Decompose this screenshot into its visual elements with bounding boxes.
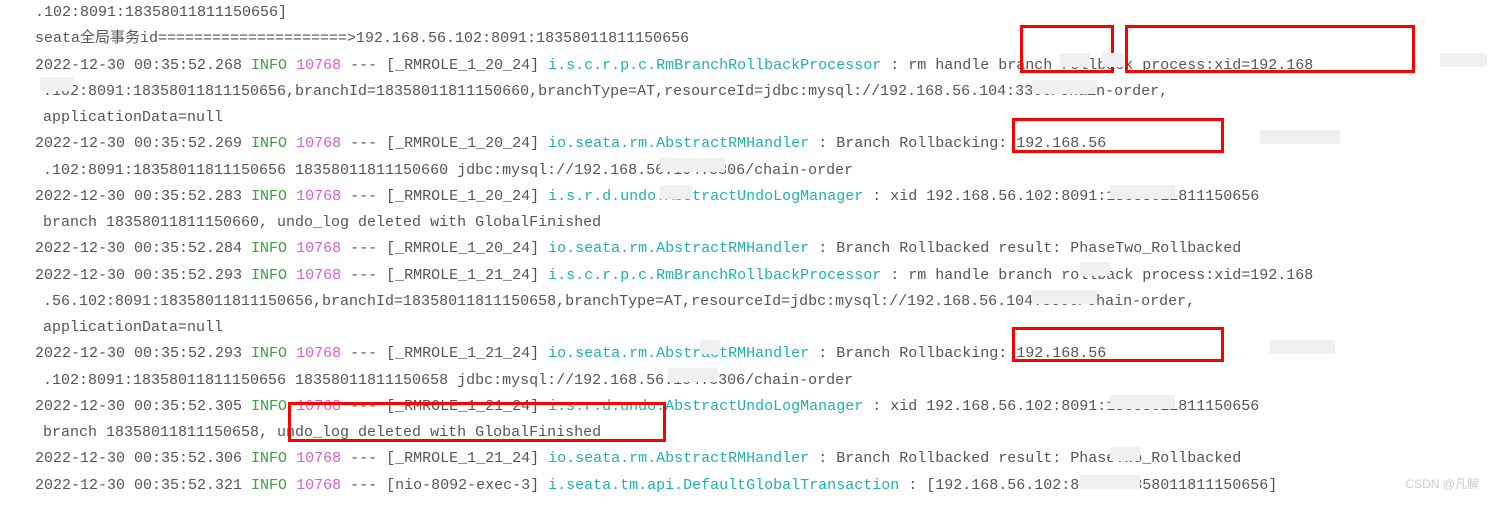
- log-line: .102:8091:18358011811150656 183580118111…: [35, 368, 1476, 394]
- text-segment: --- [_RMROLE_1_20_24]: [341, 240, 548, 257]
- logger-segment: i.s.r.d.undo.AbstractUndoLogManager: [548, 188, 872, 205]
- text-segment: --- [_RMROLE_1_20_24]: [341, 57, 548, 74]
- pid-segment: 10768: [296, 188, 341, 205]
- text-segment: [287, 477, 296, 494]
- pid-segment: 10768: [296, 135, 341, 152]
- logger-segment: i.seata.tm.api.DefaultGlobalTransaction: [548, 477, 908, 494]
- watermark: CSDN @凡解: [1405, 474, 1479, 495]
- info-segment: INFO: [251, 398, 287, 415]
- pid-segment: 10768: [296, 345, 341, 362]
- log-line: 2022-12-30 00:35:52.305 INFO 10768 --- […: [35, 394, 1476, 420]
- log-line: .102:8091:18358011811150656,branchId=183…: [35, 79, 1476, 105]
- text-segment: : xid 192.168.56.102:8091:18358011811150…: [872, 398, 1259, 415]
- logger-segment: io.seata.rm.AbstractRMHandler: [548, 345, 818, 362]
- text-segment: seata全局事务id=====================>192.168…: [35, 30, 689, 47]
- log-line: applicationData=null: [35, 105, 1476, 131]
- text-segment: [287, 188, 296, 205]
- log-line: applicationData=null: [35, 315, 1476, 341]
- info-segment: INFO: [251, 57, 287, 74]
- logger-segment: io.seata.rm.AbstractRMHandler: [548, 240, 818, 257]
- text-segment: [287, 345, 296, 362]
- text-segment: : Branch Rollbacking: 192.168.56: [818, 135, 1106, 152]
- text-segment: --- [_RMROLE_1_20_24]: [341, 135, 548, 152]
- text-segment: branch 18358011811150658, undo_log delet…: [43, 424, 601, 441]
- info-segment: INFO: [251, 477, 287, 494]
- text-segment: : xid 192.168.56.102:8091:18358011811150…: [872, 188, 1259, 205]
- info-segment: INFO: [251, 267, 287, 284]
- log-line: branch 18358011811150658, undo_log delet…: [35, 420, 1476, 446]
- text-segment: branch 18358011811150660, undo_log delet…: [43, 214, 601, 231]
- log-line: 2022-12-30 00:35:52.321 INFO 10768 --- […: [35, 473, 1476, 499]
- log-line: 2022-12-30 00:35:52.306 INFO 10768 --- […: [35, 446, 1476, 472]
- pid-segment: 10768: [296, 477, 341, 494]
- text-segment: 2022-12-30 00:35:52.321: [35, 477, 251, 494]
- text-segment: [287, 240, 296, 257]
- text-segment: 2022-12-30 00:35:52.284: [35, 240, 251, 257]
- text-segment: 2022-12-30 00:35:52.293: [35, 345, 251, 362]
- logger-segment: i.s.c.r.p.c.RmBranchRollbackProcessor: [548, 57, 890, 74]
- info-segment: INFO: [251, 240, 287, 257]
- text-segment: : rm handle branch rollback process:xid=…: [890, 57, 1313, 74]
- log-output: .102:8091:18358011811150656] seata全局事务id…: [35, 0, 1476, 499]
- pid-segment: 10768: [296, 57, 341, 74]
- text-segment: [287, 57, 296, 74]
- text-segment: --- [_RMROLE_1_21_24]: [341, 450, 548, 467]
- text-segment: 2022-12-30 00:35:52.306: [35, 450, 251, 467]
- text-segment: : Branch Rollbacking: 192.168.56: [818, 345, 1106, 362]
- text-segment: applicationData=null: [43, 109, 223, 126]
- text-segment: .102:8091:18358011811150656 183580118111…: [43, 162, 853, 179]
- log-line: seata全局事务id=====================>192.168…: [35, 26, 1476, 52]
- text-segment: 2022-12-30 00:35:52.268: [35, 57, 251, 74]
- text-segment: [287, 267, 296, 284]
- logger-segment: io.seata.rm.AbstractRMHandler: [548, 450, 818, 467]
- pid-segment: 10768: [296, 267, 341, 284]
- text-segment: [287, 450, 296, 467]
- log-line: 2022-12-30 00:35:52.284 INFO 10768 --- […: [35, 236, 1476, 262]
- text-segment: : Branch Rollbacked result: PhaseTwo_Rol…: [818, 450, 1241, 467]
- text-segment: --- [nio-8092-exec-3]: [341, 477, 548, 494]
- log-line: .102:8091:18358011811150656 183580118111…: [35, 158, 1476, 184]
- log-line: 2022-12-30 00:35:52.293 INFO 10768 --- […: [35, 263, 1476, 289]
- text-segment: 2022-12-30 00:35:52.305: [35, 398, 251, 415]
- text-segment: 2022-12-30 00:35:52.293: [35, 267, 251, 284]
- text-segment: --- [_RMROLE_1_21_24]: [341, 398, 548, 415]
- text-segment: 2022-12-30 00:35:52.269: [35, 135, 251, 152]
- info-segment: INFO: [251, 345, 287, 362]
- text-segment: : [192.168.56.102:8091:18358011811150656…: [908, 477, 1277, 494]
- log-line: 2022-12-30 00:35:52.269 INFO 10768 --- […: [35, 131, 1476, 157]
- logger-segment: i.s.c.r.p.c.RmBranchRollbackProcessor: [548, 267, 890, 284]
- log-line: 2022-12-30 00:35:52.268 INFO 10768 --- […: [35, 53, 1476, 79]
- logger-segment: io.seata.rm.AbstractRMHandler: [548, 135, 818, 152]
- log-line: .102:8091:18358011811150656]: [35, 0, 1476, 26]
- log-line: .56.102:8091:18358011811150656,branchId=…: [35, 289, 1476, 315]
- text-segment: .102:8091:18358011811150656]: [35, 4, 287, 21]
- info-segment: INFO: [251, 450, 287, 467]
- log-line: 2022-12-30 00:35:52.293 INFO 10768 --- […: [35, 341, 1476, 367]
- text-segment: : rm handle branch rollback process:xid=…: [890, 267, 1313, 284]
- text-segment: applicationData=null: [43, 319, 223, 336]
- pid-segment: 10768: [296, 450, 341, 467]
- log-line: branch 18358011811150660, undo_log delet…: [35, 210, 1476, 236]
- text-segment: [287, 398, 296, 415]
- text-segment: .56.102:8091:18358011811150656,branchId=…: [43, 293, 1195, 310]
- text-segment: .102:8091:18358011811150656,branchId=183…: [43, 83, 1168, 100]
- info-segment: INFO: [251, 135, 287, 152]
- pid-segment: 10768: [296, 240, 341, 257]
- text-segment: [287, 135, 296, 152]
- text-segment: 2022-12-30 00:35:52.283: [35, 188, 251, 205]
- log-line: 2022-12-30 00:35:52.283 INFO 10768 --- […: [35, 184, 1476, 210]
- text-segment: --- [_RMROLE_1_21_24]: [341, 267, 548, 284]
- info-segment: INFO: [251, 188, 287, 205]
- text-segment: --- [_RMROLE_1_21_24]: [341, 345, 548, 362]
- text-segment: : Branch Rollbacked result: PhaseTwo_Rol…: [818, 240, 1241, 257]
- text-segment: --- [_RMROLE_1_20_24]: [341, 188, 548, 205]
- logger-segment: i.s.r.d.undo.AbstractUndoLogManager: [548, 398, 872, 415]
- pid-segment: 10768: [296, 398, 341, 415]
- text-segment: .102:8091:18358011811150656 183580118111…: [43, 372, 853, 389]
